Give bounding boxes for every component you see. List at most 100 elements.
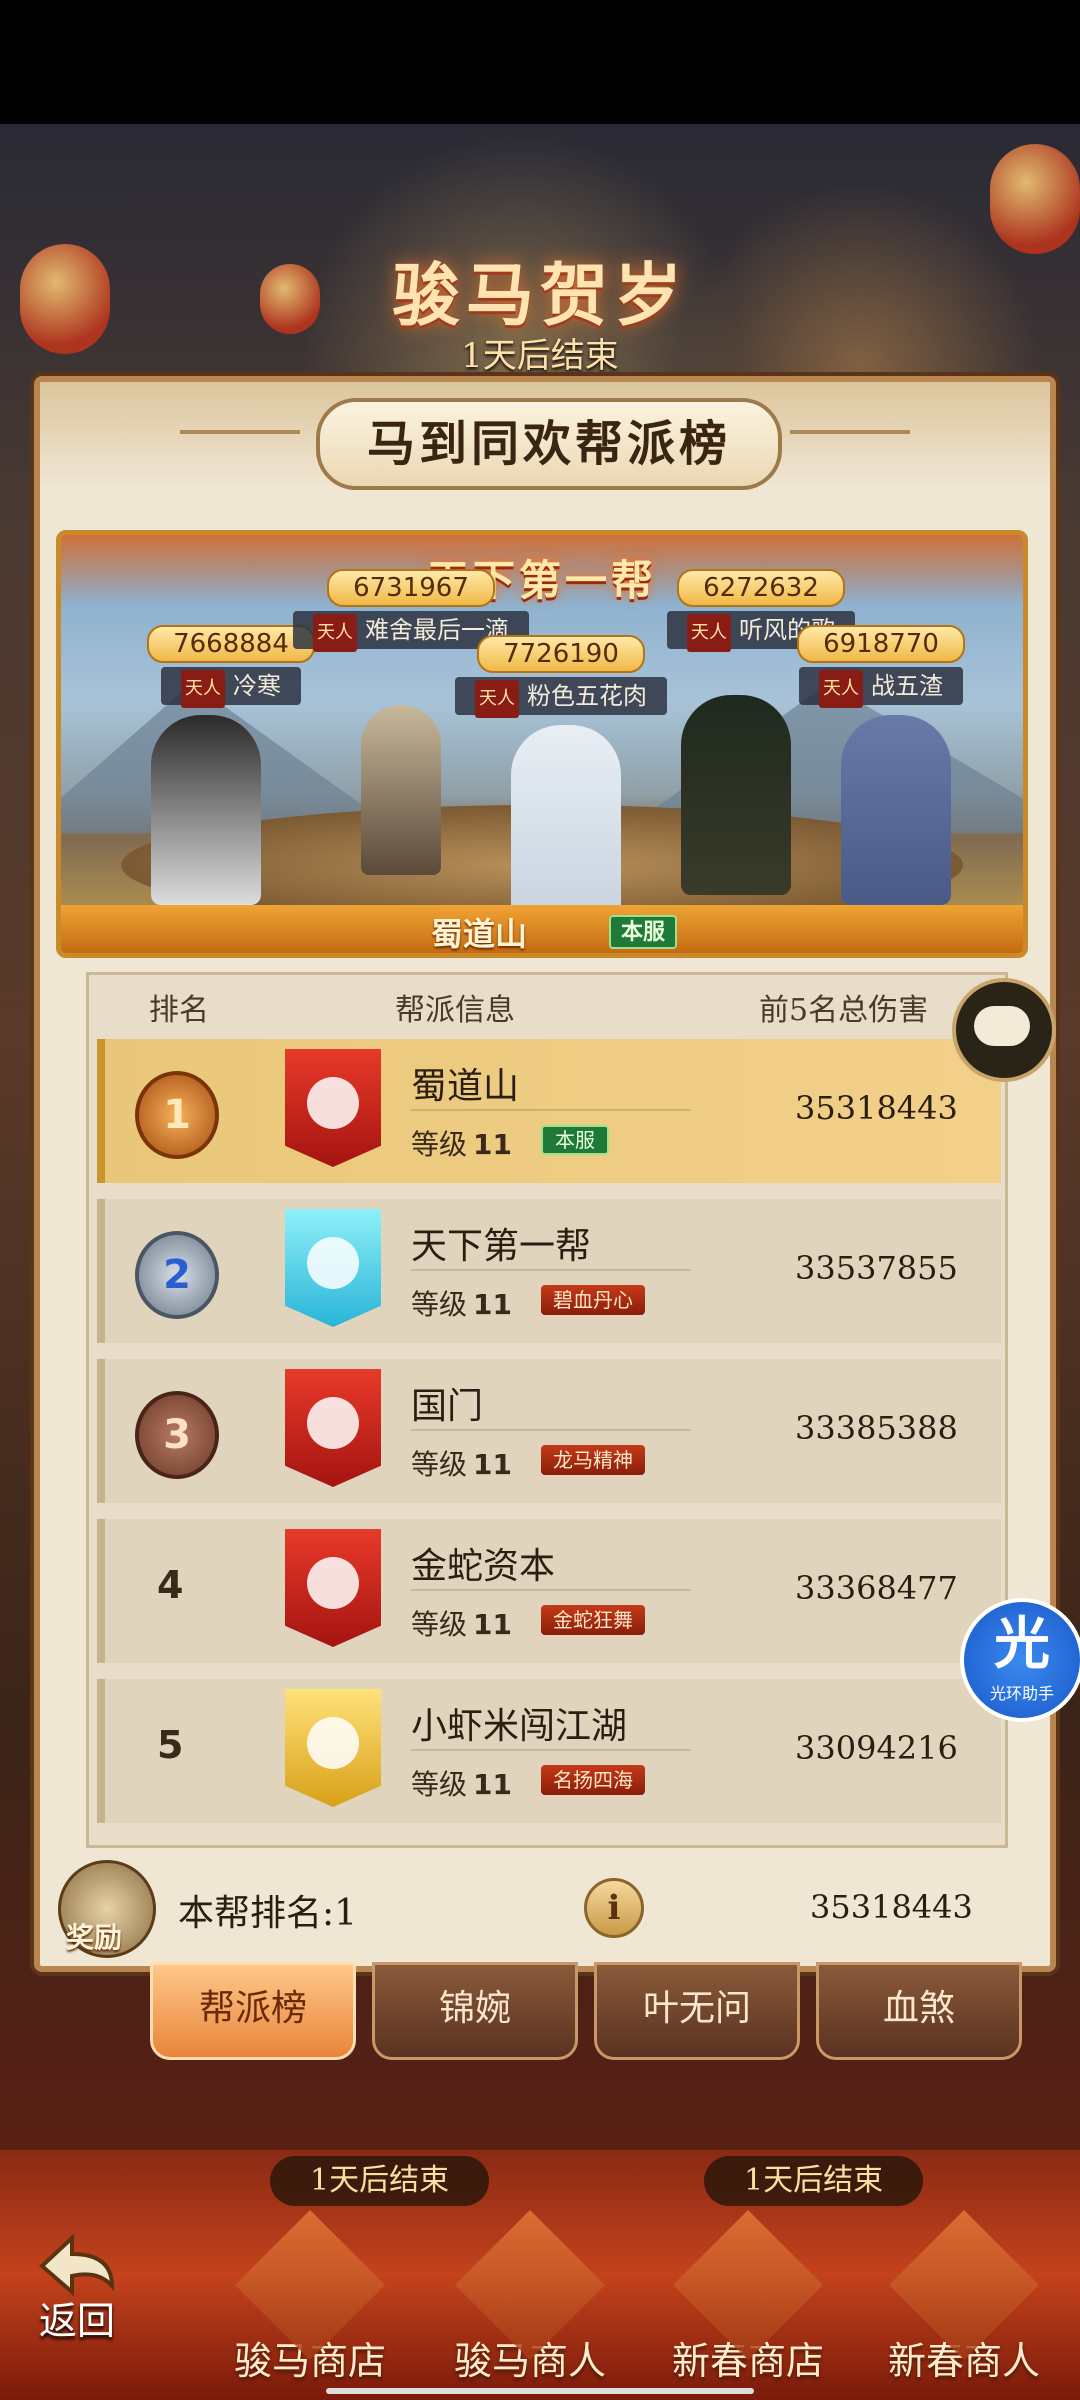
member-score: 6918770 [797,625,965,663]
rank-medal-bronze-icon: 3 [135,1391,219,1479]
guild-tag: 名扬四海 [541,1765,645,1795]
shop-horse-store[interactable]: 骏马商店 [210,2210,410,2385]
table-row[interactable]: 2 天下第一帮 等级 11 碧血丹心 33537855 [97,1199,1001,1343]
shop-timer: 1天后结束 [270,2156,490,2206]
shop-horse-merchant[interactable]: 骏马商人 [430,2210,630,2385]
tier-badge: 天人 [819,670,863,708]
divider [411,1109,691,1111]
guild-level: 等级 11 [411,1763,512,1803]
ranking-tabs: 帮派榜 锦婉 叶无问 血煞 [150,1962,1030,2062]
status-bar [0,0,1080,124]
table-row[interactable]: 1 蜀道山 等级 11 本服 35318443 [97,1039,1001,1183]
table-row[interactable]: 3 国门 等级 11 龙马精神 33385388 [97,1359,1001,1503]
divider [411,1429,691,1431]
member-name: 战五渣 [871,672,943,700]
level-label: 等级 [411,1608,468,1641]
level-label: 等级 [411,1288,468,1321]
chat-bubble-icon [974,1006,1030,1046]
character-figure[interactable] [361,705,441,875]
header-damage: 前5名总伤害 [759,993,929,1028]
banner-footer [61,905,1023,953]
my-guild-damage: 35318443 [810,1888,973,1926]
level-value: 11 [473,1288,512,1321]
lantern-decoration [990,144,1080,254]
server-tag: 本服 [609,915,678,949]
member-name-bar: 天人 粉色五花肉 [455,677,667,718]
tab-jinwan[interactable]: 锦婉 [372,1962,578,2060]
dragon-icon [307,1237,359,1289]
character-figure[interactable] [511,725,621,915]
back-button[interactable]: 返回 [22,2226,132,2345]
guild-emblem-icon [285,1049,381,1167]
shop-spring-merchant[interactable]: 新春商人 [864,2210,1064,2385]
guild-emblem-icon [285,1209,381,1327]
chat-button[interactable] [952,978,1056,1082]
header-guild-info: 帮派信息 [395,993,515,1028]
guild-name: 蜀道山 [411,1066,520,1107]
member-score: 6272632 [677,569,845,607]
guild-level: 等级 11 [411,1443,512,1483]
guild-tag: 碧血丹心 [541,1285,645,1315]
top-guild-name: 蜀道山 [431,915,528,953]
helper-assistant-button[interactable]: 光 光环助手 [960,1598,1080,1722]
table-header: 排名 帮派信息 前5名总伤害 [89,975,1005,1035]
character-figure[interactable] [151,715,261,905]
divider [411,1269,691,1271]
guild-damage: 33368477 [795,1569,958,1607]
guild-damage: 33385388 [795,1409,958,1447]
guild-name: 天下第一帮 [411,1226,592,1267]
table-row[interactable]: 5 小虾米闯江湖 等级 11 名扬四海 33094216 [97,1679,1001,1823]
event-timer: 1天后结束 [461,336,619,376]
info-icon[interactable]: i [584,1878,644,1938]
shop-spring-store[interactable]: 新春商店 [648,2210,848,2385]
top-guild-banner[interactable]: 天下第一帮 7668884 天人 冷寒 6731967 天人 难舍最后一滴 7726… [56,530,1028,958]
shop-timer: 1天后结束 [704,2156,924,2206]
tab-xuesha[interactable]: 血煞 [816,1962,1022,2060]
my-rank-text: 本帮排名:1 [178,1893,358,1934]
member-score: 6731967 [327,569,495,607]
tier-badge: 天人 [181,670,225,708]
member-name-bar: 天人 冷寒 [161,667,301,708]
character-figure[interactable] [681,695,791,895]
divider [411,1749,691,1751]
level-value: 11 [473,1448,512,1481]
cloud-ornament [790,430,910,434]
member-card[interactable]: 6918770 天人 战五渣 [751,625,1011,708]
rank-medal-gold-icon: 1 [135,1071,219,1159]
dragon-icon [307,1717,359,1769]
tab-guild-ranking[interactable]: 帮派榜 [150,1962,356,2060]
level-value: 11 [473,1768,512,1801]
guild-damage: 33537855 [795,1249,958,1287]
guild-level: 等级 11 [411,1123,512,1163]
tier-badge: 天人 [475,680,519,718]
guild-tag: 金蛇狂舞 [541,1605,645,1635]
tab-yewuwen[interactable]: 叶无问 [594,1962,800,2060]
member-name-bar: 天人 战五渣 [799,667,963,708]
phoenix-icon [307,1077,359,1129]
ranking-panel: 马到同欢帮派榜 天下第一帮 7668884 天人 冷寒 6731967 天人 难舍最… [34,376,1056,1972]
flame-icon [307,1397,359,1449]
panel-title: 马到同欢帮派榜 [316,398,782,490]
guild-name: 金蛇资本 [411,1546,556,1587]
tier-badge: 天人 [313,614,357,652]
level-label: 等级 [411,1448,468,1481]
guild-damage: 35318443 [795,1089,958,1127]
guild-emblem-icon [285,1529,381,1647]
guild-damage: 33094216 [795,1729,958,1767]
tier-badge: 天人 [687,614,731,652]
guild-name: 小虾米闯江湖 [411,1706,628,1747]
character-figure[interactable] [841,715,951,905]
rank-medal-silver-icon: 2 [135,1231,219,1319]
helper-label: 光环助手 [989,1684,1054,1703]
home-indicator[interactable] [326,2388,754,2394]
member-score: 7726190 [477,635,645,673]
member-name: 粉色五花肉 [527,682,647,710]
reward-label[interactable]: 奖励 [66,1916,122,1956]
event-title: 骏马贺岁 [391,256,688,336]
my-guild-rank-bar: 奖励 本帮排名:1 i 35318443 [40,1854,1050,1964]
member-name: 冷寒 [233,672,281,700]
table-row[interactable]: 4 金蛇资本 等级 11 金蛇狂舞 33368477 [97,1519,1001,1663]
cloud-ornament [180,430,300,434]
guild-name: 国门 [411,1386,484,1427]
guild-tag: 龙马精神 [541,1445,645,1475]
